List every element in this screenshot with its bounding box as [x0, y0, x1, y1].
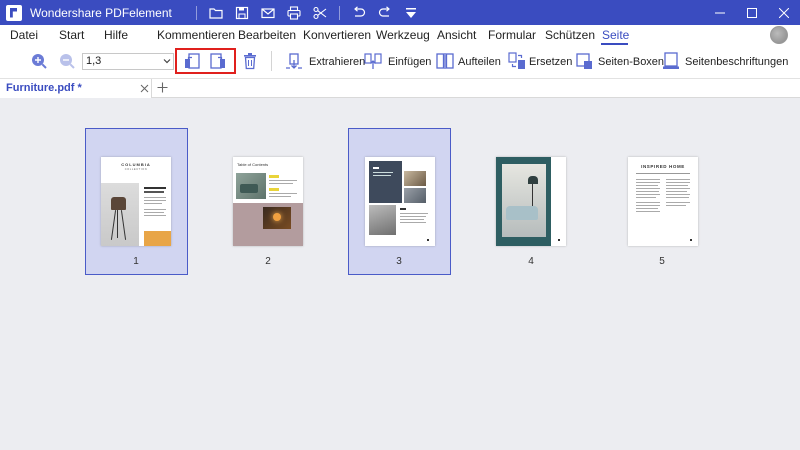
page-thumbnail-3[interactable] — [365, 157, 435, 246]
window-controls — [704, 0, 800, 25]
page-range-input[interactable]: 1,3 — [82, 53, 174, 70]
page-boxes-button[interactable]: Seiten-Boxen — [598, 56, 664, 68]
page-thumbnail-1[interactable]: COLUMBIA COLLECTION — [101, 157, 171, 246]
replace-button[interactable]: Ersetzen — [529, 56, 572, 68]
menu-hilfe[interactable]: Hilfe — [104, 28, 128, 42]
dropdown-icon[interactable] — [398, 2, 424, 24]
page-5-title: INSPIRED HOME — [641, 164, 685, 169]
app-logo-icon — [6, 4, 22, 21]
lamp-photo — [263, 207, 291, 229]
minimize-icon[interactable] — [704, 0, 736, 25]
close-tab-icon[interactable] — [140, 84, 149, 93]
split-button[interactable]: Aufteilen — [458, 56, 501, 68]
room-photo-1 — [404, 171, 426, 186]
menu-kommentieren[interactable]: Kommentieren — [157, 28, 235, 42]
page-number-5: 5 — [659, 256, 665, 267]
page-thumbnails-area: COLUMBIA COLLECTION 1 Table of Contents — [0, 98, 800, 450]
room-photo-2 — [404, 188, 426, 203]
toolbar-divider — [271, 51, 272, 71]
add-tab-icon[interactable] — [157, 82, 168, 93]
page-number-2: 2 — [265, 256, 271, 267]
rotate-tools-highlight — [175, 48, 236, 74]
folder-icon[interactable] — [203, 2, 229, 24]
menu-ansicht[interactable]: Ansicht — [437, 28, 476, 42]
page-thumbnail-4[interactable] — [496, 157, 566, 246]
page-labels-button[interactable]: Seitenbeschriftungen — [685, 56, 788, 68]
orange-block — [144, 231, 171, 246]
quick-access-toolbar — [190, 2, 424, 24]
sofa-photo — [236, 173, 266, 199]
document-tab[interactable]: Furniture.pdf * — [0, 79, 152, 98]
zoom-out-icon[interactable] — [59, 53, 75, 69]
close-icon[interactable] — [768, 0, 800, 25]
chevron-down-icon[interactable] — [163, 57, 171, 65]
menu-bearbeiten[interactable]: Bearbeiten — [238, 28, 296, 42]
menu-schuetzen[interactable]: Schützen — [545, 28, 595, 42]
page-number-1: 1 — [133, 256, 139, 267]
menu-seite[interactable]: Seite — [602, 28, 629, 42]
menu-formular[interactable]: Formular — [488, 28, 536, 42]
menu-datei[interactable]: Datei — [10, 28, 38, 42]
chair-photo — [101, 183, 139, 246]
document-tab-strip: Furniture.pdf * — [0, 78, 800, 98]
title-bar: Wondershare PDFelement — [0, 0, 800, 25]
staircase-photo — [369, 205, 396, 235]
page-thumbnail-2[interactable]: Table of Contents — [233, 157, 303, 246]
document-tab-label: Furniture.pdf * — [6, 82, 82, 94]
split-icon[interactable] — [436, 52, 454, 70]
navy-block — [369, 161, 402, 203]
undo-icon[interactable] — [346, 2, 372, 24]
insert-button[interactable]: Einfügen — [388, 56, 431, 68]
menu-start[interactable]: Start — [59, 28, 84, 42]
page-number-3: 3 — [396, 256, 402, 267]
page-thumbnail-5[interactable]: INSPIRED HOME — [628, 157, 698, 246]
page-boxes-icon[interactable] — [575, 52, 593, 70]
interior-photo — [502, 164, 546, 237]
page-labels-icon[interactable] — [662, 52, 680, 70]
mail-icon[interactable] — [255, 2, 281, 24]
page-2-title: Table of Contents — [237, 162, 269, 167]
replace-icon[interactable] — [508, 52, 526, 70]
active-menu-indicator — [601, 43, 628, 45]
menu-konvertieren[interactable]: Konvertieren — [303, 28, 371, 42]
divider — [195, 5, 197, 20]
page-1-subtitle: COLLECTION — [124, 168, 148, 171]
menu-werkzeug[interactable]: Werkzeug — [376, 28, 430, 42]
scissors-icon[interactable] — [307, 2, 333, 24]
app-title: Wondershare PDFelement — [30, 5, 172, 20]
avatar[interactable] — [770, 26, 788, 44]
redo-icon[interactable] — [372, 2, 398, 24]
maximize-icon[interactable] — [736, 0, 768, 25]
page-1-title: COLUMBIA — [121, 162, 151, 167]
page-number-4: 4 — [528, 256, 534, 267]
divider — [338, 5, 340, 20]
menu-bar: Datei Start Hilfe Kommentieren Bearbeite… — [0, 25, 800, 46]
extract-button[interactable]: Extrahieren — [309, 56, 365, 68]
insert-icon[interactable] — [364, 52, 382, 70]
print-icon[interactable] — [281, 2, 307, 24]
extract-icon[interactable] — [285, 52, 303, 70]
delete-page-icon[interactable] — [241, 52, 259, 70]
zoom-in-icon[interactable] — [31, 53, 47, 69]
save-icon[interactable] — [229, 2, 255, 24]
